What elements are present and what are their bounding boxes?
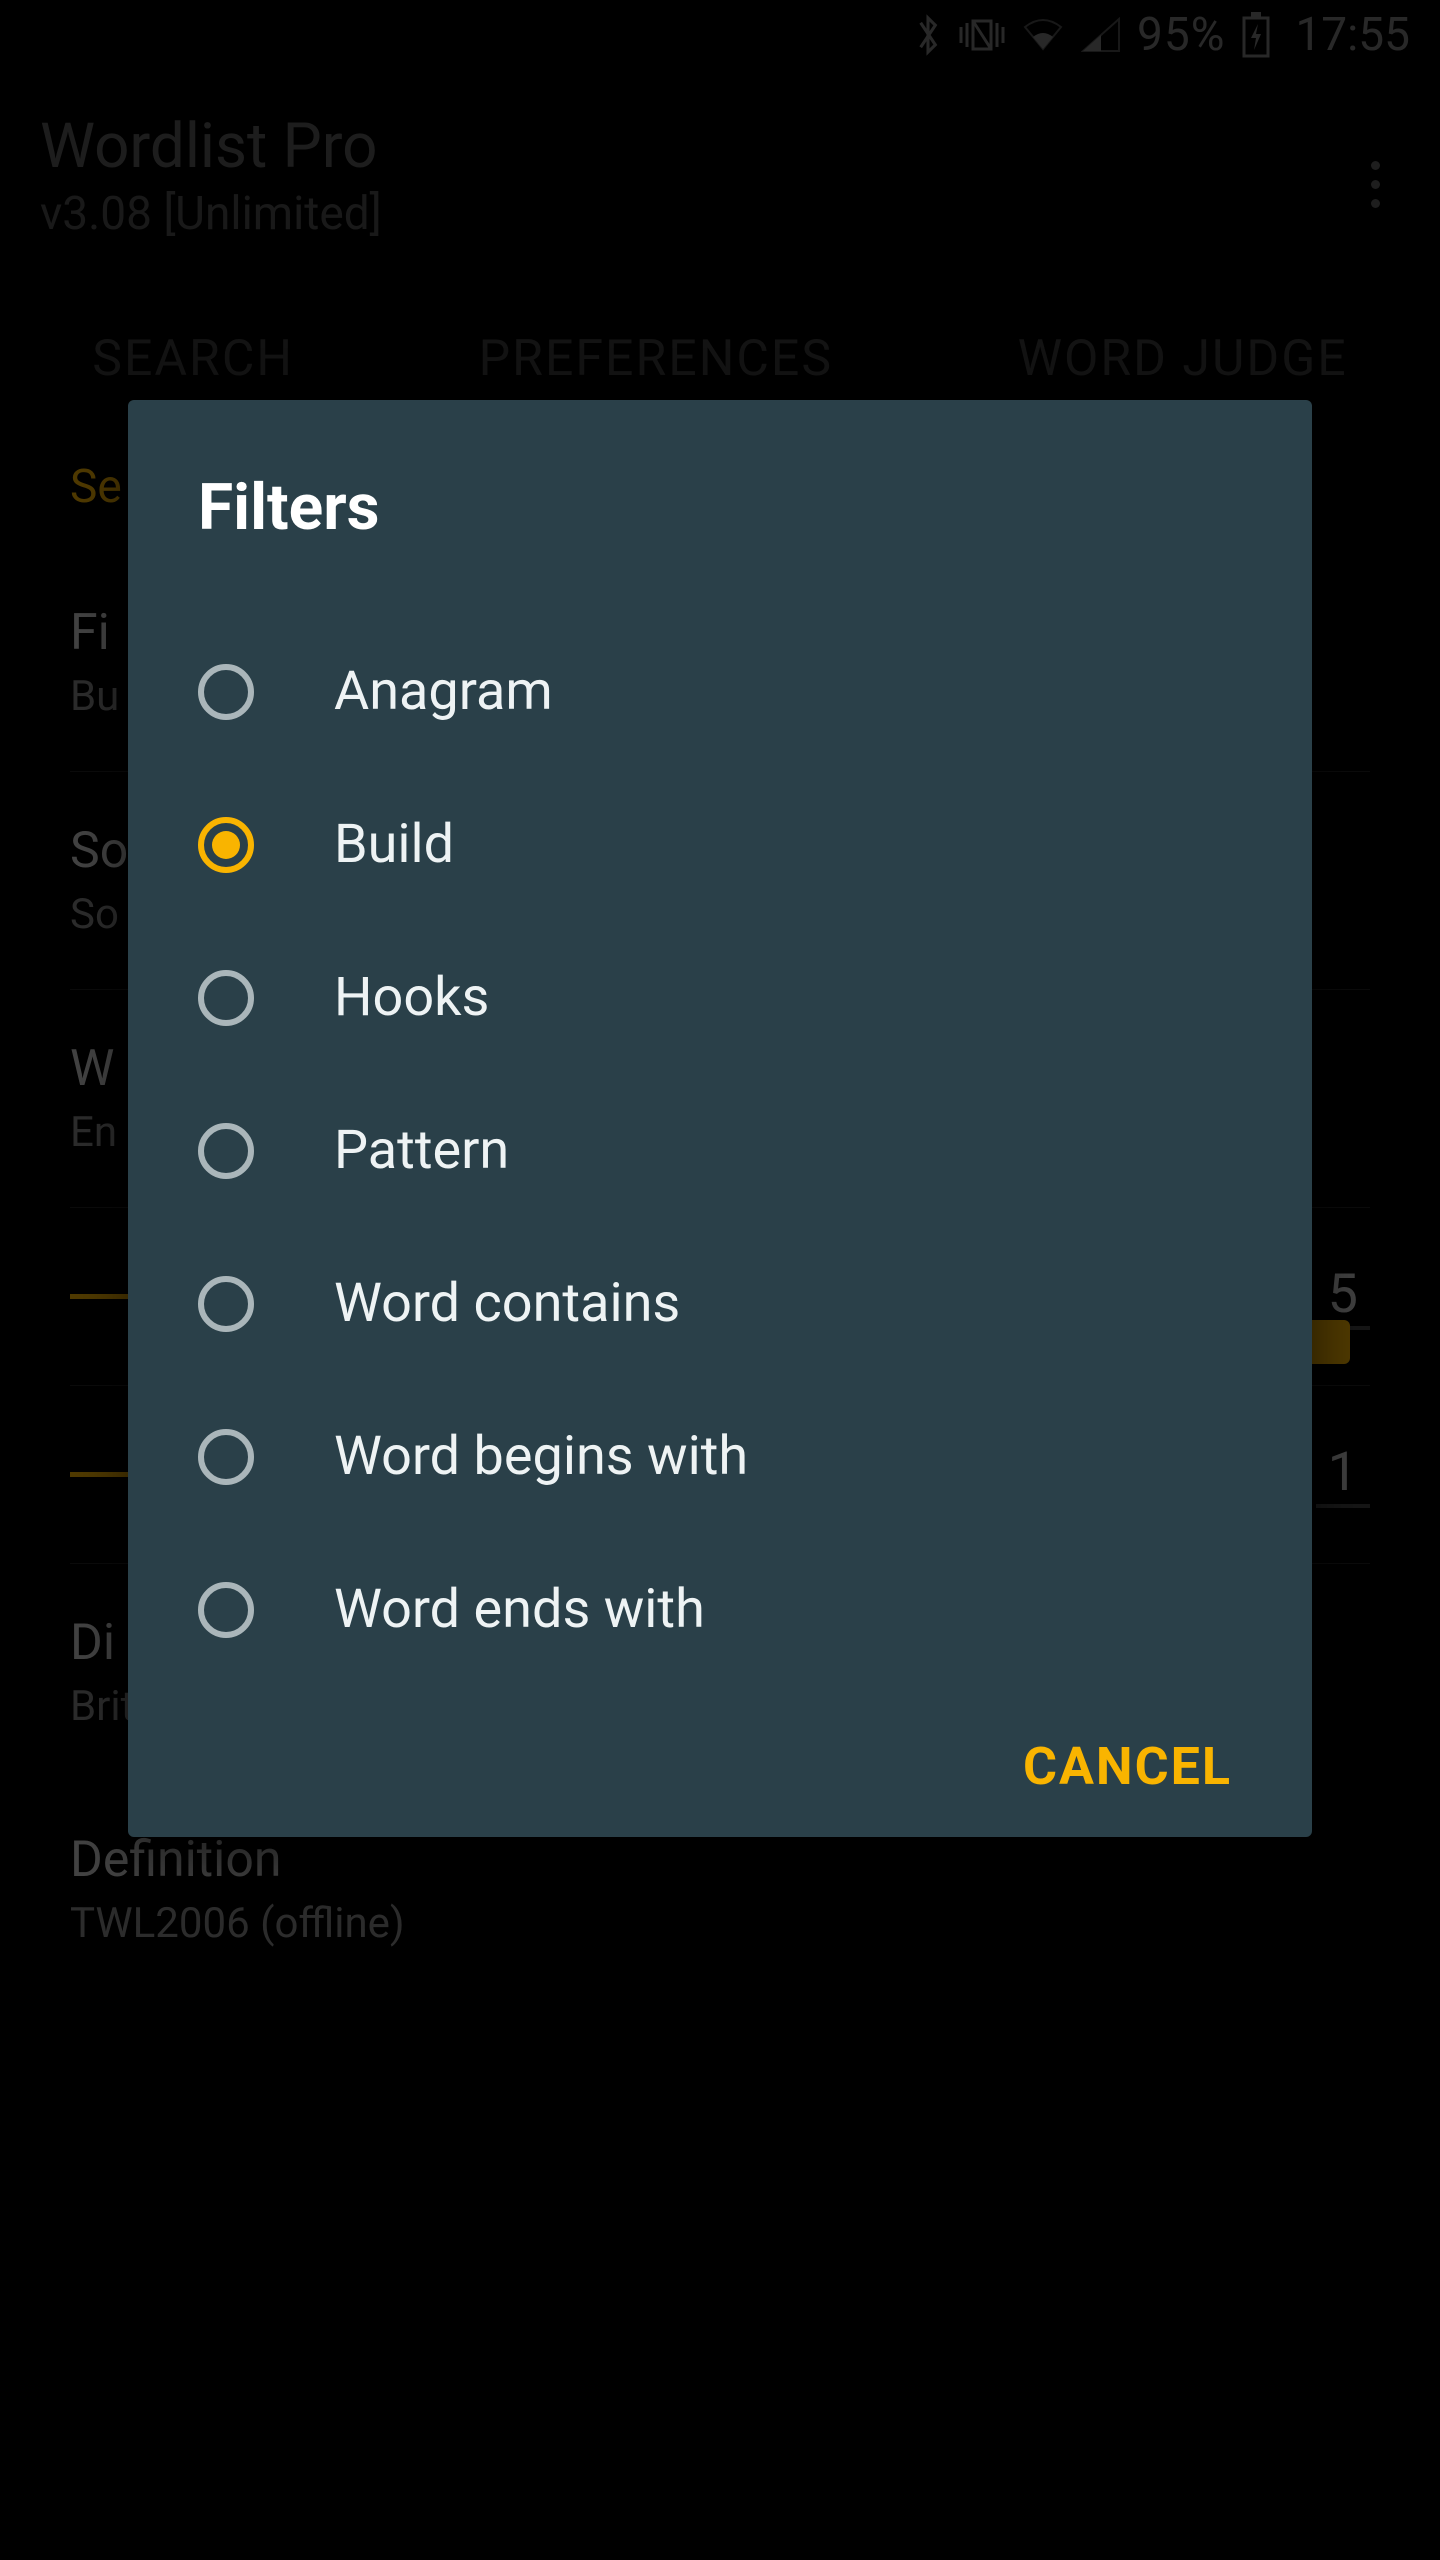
dialog-title: Filters (198, 470, 1252, 545)
option-label: Word begins with (334, 1425, 748, 1488)
option-label: Build (334, 813, 454, 876)
filter-option-word-contains[interactable]: Word contains (188, 1227, 1252, 1380)
filter-option-word-ends-with[interactable]: Word ends with (188, 1533, 1252, 1686)
filter-option-build[interactable]: Build (188, 768, 1252, 921)
filter-option-word-begins-with[interactable]: Word begins with (188, 1380, 1252, 1533)
radio-icon (198, 664, 254, 720)
option-label: Hooks (334, 966, 489, 1029)
radio-icon (198, 1276, 254, 1332)
option-label: Word ends with (334, 1578, 705, 1641)
radio-icon (198, 970, 254, 1026)
filter-option-anagram[interactable]: Anagram (188, 615, 1252, 768)
radio-icon (198, 1582, 254, 1638)
option-label: Word contains (334, 1272, 680, 1335)
radio-icon (198, 1123, 254, 1179)
radio-icon (198, 1429, 254, 1485)
filters-dialog: Filters Anagram Build Hooks Pattern Word… (128, 400, 1312, 1837)
option-label: Anagram (334, 660, 553, 723)
filter-option-hooks[interactable]: Hooks (188, 921, 1252, 1074)
filter-option-pattern[interactable]: Pattern (188, 1074, 1252, 1227)
radio-selected-icon (198, 817, 254, 873)
cancel-button[interactable]: CANCEL (1023, 1736, 1232, 1797)
option-label: Pattern (334, 1119, 509, 1182)
